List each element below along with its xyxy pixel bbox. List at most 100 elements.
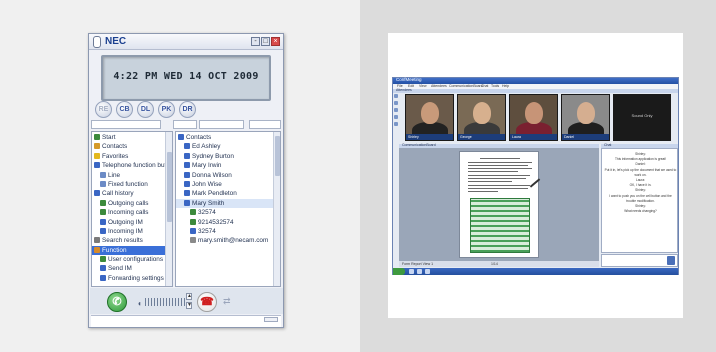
contact-tree-item-label: 32574 — [198, 227, 216, 235]
incoming-call-icon — [100, 209, 106, 216]
volume-up-button[interactable]: ▲ — [186, 293, 192, 300]
contact-tree-item-label: mary.smith@necam.com — [198, 237, 269, 245]
video-tile[interactable]: Laura — [509, 94, 558, 141]
whiteboard-label: CommunicationBoard — [402, 143, 436, 147]
contact-tree-item-label: Mary Smith — [192, 199, 225, 207]
function-icon — [94, 246, 100, 253]
contact-tree-item[interactable]: Sydney Burton — [176, 152, 280, 161]
function-tree-item-label: Outgoing calls — [108, 199, 149, 207]
park-button[interactable]: PK — [158, 101, 175, 118]
function-tree-item[interactable]: Start — [92, 133, 172, 142]
start-button[interactable] — [393, 268, 405, 275]
volume-down-button[interactable]: ▼ — [186, 302, 192, 309]
left-search-input[interactable] — [91, 120, 161, 129]
taskbar-app[interactable] — [425, 269, 430, 274]
chat-message: Shirley: — [635, 188, 646, 193]
attendee-face — [525, 102, 543, 124]
contact-tree-item-label: Ed Ashley — [192, 143, 221, 151]
function-tree-item-label: Incoming calls — [108, 209, 149, 217]
send-im-icon — [100, 265, 106, 272]
chat-send-button[interactable] — [667, 256, 675, 265]
attendees-label: Attendees — [396, 88, 412, 92]
function-tree-item[interactable]: Favorites — [92, 152, 172, 161]
chat-message: trouble modification. — [626, 198, 655, 203]
whiteboard-toolbar[interactable]: Form Report View 1 1/14 — [399, 261, 599, 267]
chat-message: This information application is great! — [614, 157, 667, 162]
outgoing-im-icon — [100, 218, 106, 225]
function-tree-item[interactable]: Function — [92, 245, 172, 256]
transfer-icon[interactable]: ⇄ — [223, 296, 231, 307]
conference-window: ConfMeeting File Edit View Attendees Com… — [392, 77, 679, 275]
taskbar-app[interactable] — [409, 269, 414, 274]
video-tile[interactable]: Shirley — [405, 94, 454, 141]
callback-button[interactable]: CB — [116, 101, 133, 118]
contact-tree-item[interactable]: Donna Wilson — [176, 171, 280, 180]
function-tree-item[interactable]: Forwarding settings — [92, 274, 172, 283]
chat-message: Daniel: — [635, 162, 646, 167]
maximize-button[interactable]: □ — [261, 37, 270, 46]
conference-title: ConfMeeting — [396, 77, 422, 82]
minimize-button[interactable]: - — [251, 37, 260, 46]
contact-tree-item[interactable]: Ed Ashley — [176, 142, 280, 151]
chat-message: I want to push you on the cell button an… — [609, 193, 672, 198]
close-button[interactable]: × — [271, 37, 280, 46]
attendee-face — [421, 102, 439, 124]
function-tree-item[interactable]: User configurations — [92, 255, 172, 264]
function-tree-item[interactable]: Fixed function — [92, 180, 172, 189]
message-area[interactable] — [91, 315, 281, 327]
function-tree-item[interactable]: Contacts — [92, 142, 172, 151]
contact-tree-item[interactable]: Mark Pendleton — [176, 189, 280, 198]
contact-tree-item-label: Mark Pendleton — [192, 190, 237, 198]
phone-book-button[interactable]: DR — [179, 101, 196, 118]
attendee-face — [473, 102, 491, 124]
right-search-dropdown[interactable] — [249, 120, 281, 129]
function-tree-pane: Start Contacts Favorites Telephone function… — [91, 131, 173, 287]
contact-tree-item-label: Mary Irwin — [192, 162, 222, 170]
function-tree-item[interactable]: Send IM — [92, 264, 172, 273]
hangup-button[interactable]: ☎ — [197, 292, 217, 312]
contact-tree-item[interactable]: 32574 — [176, 227, 280, 236]
sound-only-caption — [614, 134, 670, 140]
nec-phone-window: NEC - □ × 4:22 PM WED 14 OCT 2009 RE CB … — [88, 33, 284, 328]
attendee-name: Shirley — [406, 134, 453, 140]
left-search-dropdown[interactable] — [173, 120, 197, 129]
right-search-input[interactable] — [199, 120, 244, 129]
contact-tree-item[interactable]: John Wise — [176, 180, 280, 189]
function-tree-item[interactable]: Telephone function butto — [92, 161, 172, 170]
volume-slider[interactable] — [145, 298, 185, 306]
conference-window-buttons[interactable] — [662, 79, 676, 110]
video-tile[interactable]: George — [457, 94, 506, 141]
right-scrollbar[interactable] — [273, 132, 280, 286]
person-icon — [184, 152, 190, 159]
function-tree-item[interactable]: Search results — [92, 236, 172, 245]
contact-tree-item[interactable]: Contacts — [176, 133, 280, 142]
chat-message: OK, I have it in. — [629, 183, 652, 188]
function-tree-item[interactable]: Outgoing IM — [92, 218, 172, 227]
function-tree-item[interactable]: Incoming calls — [92, 208, 172, 217]
contact-tree-item[interactable]: mary.smith@necam.com — [176, 236, 280, 245]
contact-tree-item[interactable]: Mary Irwin — [176, 161, 280, 170]
phone-title-bar: NEC - □ × — [89, 34, 283, 50]
left-scrollbar[interactable] — [165, 132, 172, 286]
function-tree-item[interactable]: Outgoing calls — [92, 199, 172, 208]
redial-button[interactable]: RE — [95, 101, 112, 118]
whiteboard-area[interactable] — [399, 148, 599, 261]
contact-tree-item[interactable]: Mary Smith — [176, 198, 280, 209]
function-tree-item[interactable]: Call history — [92, 189, 172, 198]
call-button[interactable]: ✆ — [107, 292, 127, 312]
function-tree-item[interactable]: Incoming IM — [92, 227, 172, 236]
function-tree-item-label: Function — [102, 246, 127, 254]
message-send-button[interactable] — [264, 317, 278, 322]
function-tree-item-label: Outgoing IM — [108, 218, 143, 226]
contact-tree-item[interactable]: 9214532574 — [176, 218, 280, 227]
taskbar-app[interactable] — [417, 269, 422, 274]
contact-tree-item[interactable]: 32574 — [176, 208, 280, 217]
function-tree-item[interactable]: Line — [92, 171, 172, 180]
video-tile[interactable]: Daniel — [561, 94, 610, 141]
sound-only-tile[interactable]: Sound Only — [613, 94, 671, 141]
function-tree-item-label: Favorites — [102, 152, 129, 160]
chat-message: work on. — [634, 172, 647, 177]
directory-button[interactable]: DL — [137, 101, 154, 118]
mobile-icon — [190, 218, 196, 225]
function-tree-item-label: Start — [102, 134, 116, 141]
